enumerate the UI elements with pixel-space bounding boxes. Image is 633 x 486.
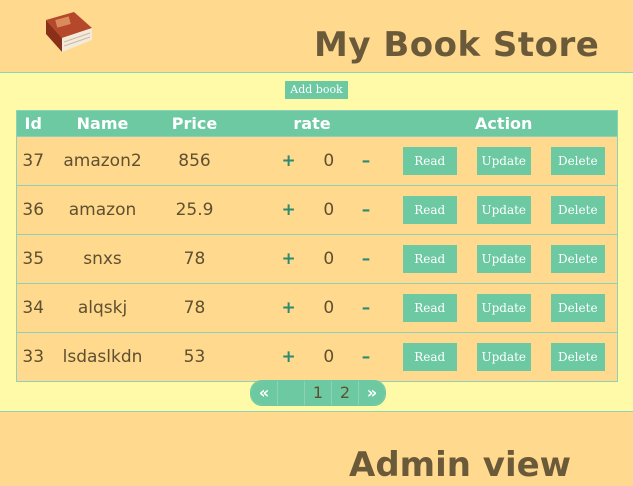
cell-name: lsdaslkdn (49, 332, 156, 382)
cell-price: 53 (155, 332, 234, 382)
cell-id: 34 (16, 283, 50, 333)
read-button[interactable]: Read (402, 245, 457, 273)
read-button[interactable]: Read (402, 343, 457, 371)
rate-value: 0 (323, 200, 335, 220)
cell-rate: + 0 – (233, 234, 391, 284)
page-title: My Book Store (314, 25, 600, 65)
first-page-button[interactable]: « (251, 381, 277, 405)
read-button[interactable]: Read (402, 147, 457, 175)
page-blank (277, 381, 304, 405)
cell-name: amazon2 (49, 136, 156, 186)
cell-price: 25.9 (155, 185, 234, 235)
cell-actions: Read Update Delete (390, 234, 618, 284)
update-button[interactable]: Update (476, 294, 531, 322)
rate-increase-button[interactable]: + (282, 151, 296, 171)
delete-button[interactable]: Delete (550, 147, 605, 175)
table-row: 35 snxs 78 + 0 – Read Update Delete (16, 234, 618, 284)
rate-increase-button[interactable]: + (282, 298, 296, 318)
header: My Book Store (0, 0, 633, 72)
last-page-button[interactable]: » (358, 381, 385, 405)
cell-rate: + 0 – (233, 136, 391, 186)
rate-increase-button[interactable]: + (282, 200, 296, 220)
cell-rate: + 0 – (233, 332, 391, 382)
rate-value: 0 (323, 298, 335, 318)
column-header-price: Price (155, 110, 234, 137)
rate-decrease-button[interactable]: – (362, 347, 371, 367)
cell-rate: + 0 – (233, 283, 391, 333)
read-button[interactable]: Read (402, 196, 457, 224)
rate-value: 0 (323, 249, 335, 269)
column-header-rate: rate (233, 110, 391, 137)
rate-increase-button[interactable]: + (282, 347, 296, 367)
update-button[interactable]: Update (476, 147, 531, 175)
cell-id: 37 (16, 136, 50, 186)
add-book-button[interactable]: Add book (285, 81, 348, 99)
column-header-id: Id (16, 110, 50, 137)
table-row: 34 alqskj 78 + 0 – Read Update Delete (16, 283, 618, 333)
rate-increase-button[interactable]: + (282, 249, 296, 269)
cell-actions: Read Update Delete (390, 332, 618, 382)
read-button[interactable]: Read (402, 294, 457, 322)
cell-name: amazon (49, 185, 156, 235)
rate-value: 0 (323, 151, 335, 171)
update-button[interactable]: Update (476, 245, 531, 273)
delete-button[interactable]: Delete (550, 294, 605, 322)
main-panel: Add book Id Name Price rate Action 37 am… (0, 72, 633, 412)
cell-price: 856 (155, 136, 234, 186)
update-button[interactable]: Update (476, 343, 531, 371)
cell-actions: Read Update Delete (390, 136, 618, 186)
cell-price: 78 (155, 283, 234, 333)
cell-id: 36 (16, 185, 50, 235)
rate-value: 0 (323, 347, 335, 367)
delete-button[interactable]: Delete (550, 245, 605, 273)
books-table: Id Name Price rate Action 37 amazon2 856… (16, 110, 618, 382)
rate-decrease-button[interactable]: – (362, 249, 371, 269)
table-row: 37 amazon2 856 + 0 – Read Update Delete (16, 136, 618, 186)
cell-actions: Read Update Delete (390, 185, 618, 235)
update-button[interactable]: Update (476, 196, 531, 224)
cell-rate: + 0 – (233, 185, 391, 235)
book-icon (46, 12, 92, 52)
footer-title: Admin view (349, 445, 572, 485)
cell-id: 33 (16, 332, 50, 382)
column-header-name: Name (49, 110, 156, 137)
cell-name: alqskj (49, 283, 156, 333)
table-row: 33 lsdaslkdn 53 + 0 – Read Update Delete (16, 332, 618, 382)
table-row: 36 amazon 25.9 + 0 – Read Update Delete (16, 185, 618, 235)
cell-id: 35 (16, 234, 50, 284)
cell-name: snxs (49, 234, 156, 284)
page-1-button[interactable]: 1 (304, 381, 331, 405)
rate-decrease-button[interactable]: – (362, 200, 371, 220)
page-2-button[interactable]: 2 (331, 381, 358, 405)
table-header-row: Id Name Price rate Action (16, 110, 618, 137)
cell-actions: Read Update Delete (390, 283, 618, 333)
delete-button[interactable]: Delete (550, 196, 605, 224)
column-header-action: Action (390, 110, 618, 137)
rate-decrease-button[interactable]: – (362, 298, 371, 318)
delete-button[interactable]: Delete (550, 343, 605, 371)
cell-price: 78 (155, 234, 234, 284)
rate-decrease-button[interactable]: – (362, 151, 371, 171)
pagination: « 1 2 » (250, 380, 386, 406)
